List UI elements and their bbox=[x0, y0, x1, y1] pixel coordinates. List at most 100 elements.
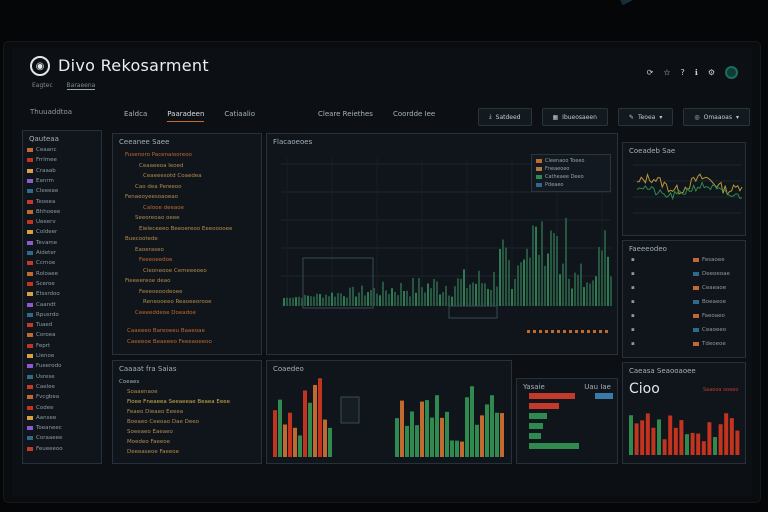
logic-line: Reneooeeo Reaoeeorooe bbox=[143, 299, 212, 305]
chart-bar bbox=[445, 285, 447, 306]
chart-bar bbox=[553, 233, 555, 306]
tree-item[interactable]: Tevame bbox=[27, 240, 57, 246]
chart-bar bbox=[289, 297, 291, 306]
kpi-bar bbox=[690, 432, 695, 455]
tree-item[interactable]: Sceroe bbox=[27, 281, 55, 287]
add-icon: ⤓ bbox=[489, 113, 492, 120]
tree-item-label: Sceroe bbox=[36, 280, 55, 287]
list-item[interactable]: Tdeoeoe bbox=[693, 341, 726, 347]
tick-marker bbox=[605, 330, 608, 333]
tree-item[interactable]: Tuaed bbox=[27, 322, 52, 328]
tab-3[interactable]: Catiaalio bbox=[224, 110, 255, 122]
chart-bar bbox=[451, 296, 453, 306]
tree-item[interactable]: Fvcgbea bbox=[27, 394, 59, 400]
legend-item-4-label: Pdeaeo bbox=[545, 182, 564, 188]
action-button-3[interactable]: ✎ Teoea ▾ bbox=[617, 108, 674, 126]
main-chart-panel: Flacaoeoes Cleenaoo Toeeo Fneaeoeo Cathe… bbox=[266, 133, 618, 355]
folder-icon bbox=[27, 426, 33, 431]
action-button-2[interactable]: ▦ Ibueosaeen bbox=[541, 108, 608, 126]
tree-item[interactable]: Cleeeae bbox=[27, 188, 58, 194]
tree-item[interactable]: Bhhoeee bbox=[27, 209, 60, 215]
tree-item[interactable]: Ueeerv bbox=[27, 219, 56, 225]
list-item[interactable]: Ceaoeeo bbox=[693, 327, 726, 333]
bars-panel: Coaedeo bbox=[266, 360, 512, 464]
bar bbox=[435, 395, 439, 457]
chart-bar bbox=[352, 286, 354, 306]
tree-item-label: Coldeer bbox=[36, 229, 58, 236]
tree-item[interactable]: Aansee bbox=[27, 415, 56, 421]
kpi-bar bbox=[718, 424, 723, 455]
list-item[interactable]: Ceaeaoe bbox=[693, 285, 726, 291]
info-icon[interactable]: ℹ bbox=[695, 68, 698, 77]
sub-tab-2[interactable]: Baraeena bbox=[66, 82, 96, 90]
chart-bar bbox=[286, 297, 288, 306]
folder-icon bbox=[27, 271, 33, 276]
tree-item[interactable]: Roloaee bbox=[27, 271, 58, 277]
tree-item[interactable]: Llenoe bbox=[27, 353, 54, 359]
tab-4[interactable]: Cleare Reiethes bbox=[318, 110, 373, 118]
settings-icon[interactable]: ⚙ bbox=[708, 68, 715, 77]
tree-item[interactable]: Feprt bbox=[27, 343, 50, 349]
chart-bar bbox=[340, 293, 342, 306]
list-item[interactable]: Deeoeoae bbox=[693, 271, 730, 277]
bar bbox=[323, 419, 327, 457]
tree-item[interactable]: Craaab bbox=[27, 168, 56, 174]
chart-bar bbox=[514, 278, 516, 306]
action-button-4[interactable]: ◎ Omaaoas ▾ bbox=[683, 108, 751, 126]
list-item[interactable]: Faeoaeo bbox=[693, 313, 725, 319]
tree-item[interactable]: Coraaeee bbox=[27, 435, 62, 441]
chart-bar bbox=[427, 283, 429, 306]
chart-bar bbox=[406, 290, 408, 306]
tree-item-label: Ceaanc bbox=[36, 147, 57, 153]
tree-item[interactable]: Rpusrdo bbox=[27, 312, 59, 318]
list-item[interactable]: Boeaeoe bbox=[693, 299, 726, 305]
tree-item[interactable]: Ceaanc bbox=[27, 147, 56, 153]
chart-bar bbox=[361, 285, 363, 306]
list-item[interactable]: Fesaoee bbox=[693, 257, 725, 263]
tree-item[interactable]: Feueeeoo bbox=[27, 446, 63, 452]
kpi-bar bbox=[668, 415, 673, 455]
tab-5[interactable]: Coordde Iee bbox=[393, 110, 435, 118]
tree-item[interactable]: Codee bbox=[27, 405, 53, 411]
tab-2[interactable]: Paaradeen bbox=[167, 110, 205, 122]
tree-item[interactable]: Caelee bbox=[27, 384, 55, 390]
tree-item[interactable]: Caandt bbox=[27, 302, 56, 308]
tree-item[interactable]: Teoeea bbox=[27, 199, 55, 205]
bar bbox=[288, 412, 292, 457]
tree-item[interactable]: Fueerodo bbox=[27, 363, 61, 369]
action-button-1[interactable]: ⤓ Satdeed bbox=[478, 108, 532, 126]
horizontal-bar-chart bbox=[529, 393, 613, 449]
logic-line: Ceaaeeoa Ieoed bbox=[139, 162, 184, 169]
star-icon[interactable]: ☆ bbox=[663, 68, 670, 77]
refresh-icon[interactable]: ⟳ bbox=[647, 68, 654, 77]
tree-item-label: Fueerodo bbox=[36, 363, 62, 370]
chart-bar bbox=[295, 297, 297, 306]
kpi-bar bbox=[701, 441, 706, 455]
tick-marker bbox=[581, 330, 584, 333]
tab-1[interactable]: Ealdca bbox=[124, 110, 147, 122]
chevron-down-icon: ▾ bbox=[736, 113, 740, 121]
tree-item[interactable]: Frrlmee bbox=[27, 157, 57, 163]
tree-item[interactable]: Etssrdoo bbox=[27, 291, 60, 297]
tree-item[interactable]: Aideter bbox=[27, 250, 56, 256]
bar bbox=[283, 424, 287, 457]
tree-item[interactable]: Coldeer bbox=[27, 229, 57, 235]
help-icon[interactable]: ? bbox=[681, 68, 685, 77]
folder-icon bbox=[27, 323, 33, 328]
tree-item[interactable]: Coroea bbox=[27, 332, 55, 338]
tree-item[interactable]: Toeaneec bbox=[27, 425, 62, 431]
nav-left-label[interactable]: Thuuaddtoa bbox=[30, 108, 72, 116]
tree-item[interactable]: Eanrm bbox=[27, 178, 54, 184]
folder-icon bbox=[27, 446, 33, 451]
folder-icon bbox=[27, 220, 33, 225]
logic2-line: Feaeo Dieaeo Eeeea bbox=[127, 409, 184, 415]
tree-item-label: Bhhoeee bbox=[36, 208, 61, 215]
chart-bar bbox=[379, 295, 381, 306]
bar bbox=[425, 400, 429, 457]
sub-tab-1[interactable]: Eagtec bbox=[32, 82, 53, 89]
tick-marker bbox=[539, 330, 542, 333]
folder-icon bbox=[27, 343, 33, 348]
list-item-left-icon: ▪ bbox=[631, 257, 635, 263]
tree-item[interactable]: Ccrnoe bbox=[27, 260, 55, 266]
tree-item[interactable]: Usrese bbox=[27, 374, 55, 380]
